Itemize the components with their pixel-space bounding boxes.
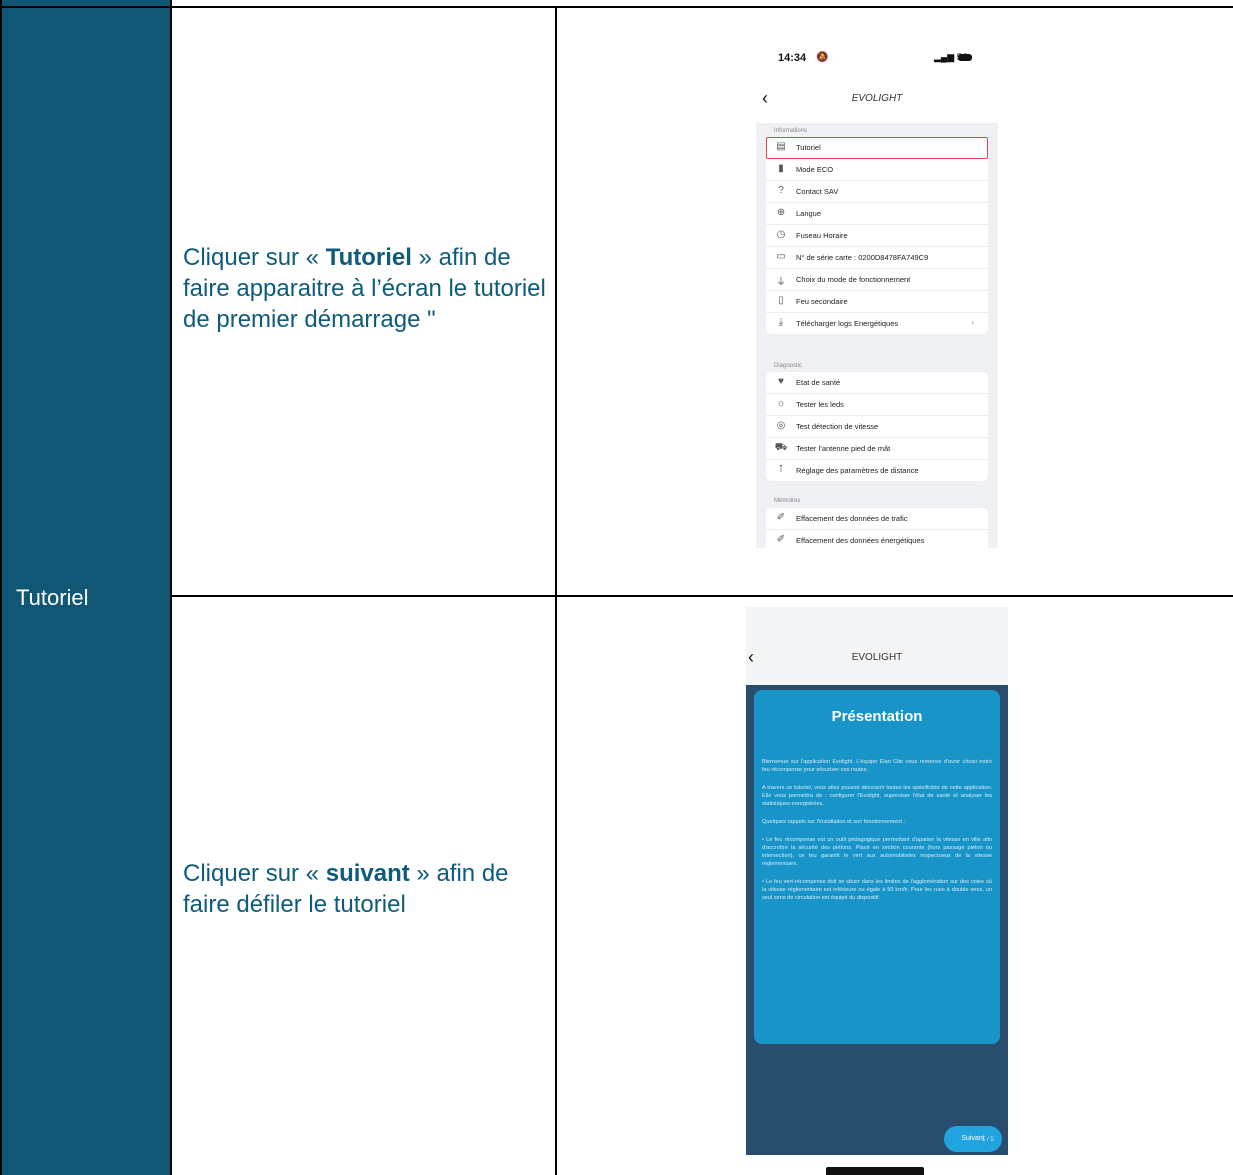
tutorial-screenshot: ‹ EVOLIGHT Présentation Bienvenue sur l'… [746,607,1008,1175]
section-header-informations: Informations [774,128,808,134]
screen-title: EVOLIGHT [851,93,903,104]
sun-icon: ☼ [776,398,786,409]
menu-item-feu-secondaire[interactable]: ▯ Feu secondaire [766,291,988,313]
globe-icon: ⊕ [776,207,786,218]
mute-icon: 🔕 [816,52,829,63]
status-bar: 14:34 🔕 ▂▄▆ 5G [756,40,998,70]
clock-icon: ◷ [776,229,786,240]
speed-icon: ◎ [776,420,786,431]
tutorial-paragraph: • Le feu récompense est un outil pédagog… [762,837,992,867]
informations-group: ▤ Tutoriel ▮ Mode ECO ? Contact SAV ⊕ Langue… [766,137,988,334]
tutorial-card: Présentation Bienvenue sur l'application… [754,690,1000,1044]
menu-item-effacement-energie[interactable]: ✐ Effacement des données énergétiques [766,530,988,548]
settings-screenshot: 14:34 🔕 ▂▄▆ 5G ‹ EVOLIGHT Informations ▤… [756,40,998,548]
menu-item-tester-antenne[interactable]: ⛟ Tester l’antenne pied de mât [766,438,988,460]
row-divider [172,595,1233,597]
column-divider [555,6,557,1175]
instruction-1-pre: Cliquer sur « [183,244,326,271]
menu-item-logs[interactable]: ⤓ Télécharger logs Energétiques › [766,313,988,334]
menu-item-mode-eco[interactable]: ▮ Mode ECO [766,159,988,181]
instruction-2-keyword: suivant [325,860,410,887]
book-icon: ▤ [776,141,786,152]
broom-icon: ✐ [776,512,786,523]
distance-icon: ⊺ [778,464,784,475]
menu-item-tutoriel[interactable]: ▤ Tutoriel [766,137,988,159]
section-column: Tutoriel [0,0,172,1175]
tutorial-paragraph: • Le feu vert-récompense doit se situer … [762,879,992,901]
car-icon: ⛟ [774,442,788,453]
menu-item-contact-sav[interactable]: ? Contact SAV [766,181,988,203]
menu-item-test-vitesse[interactable]: ◎ Test détection de vitesse [766,416,988,438]
traffic-light-icon: ▯ [778,295,784,306]
tutorial-title: Présentation [831,708,923,725]
section-header-memoires: Mémoires [774,498,801,504]
menu-item-tester-leds[interactable]: ☼ Tester les leds [766,394,988,416]
instruction-table: Tutoriel Cliquer sur « Tutoriel » afin d… [0,0,1233,1175]
section-label: Tutoriel [16,585,89,610]
tutorial-paragraph: Quelques rappels sur l'installation et s… [762,819,906,825]
section-header-diagnostic: Diagnostic [774,363,803,369]
menu-item-langue[interactable]: ⊕ Langue [766,203,988,225]
tutorial-paragraph: Bienvenue sur l'application Evolight. L'… [762,759,992,773]
menu-item-etat-sante[interactable]: ♥ Etat de santé [766,372,988,394]
instruction-1: Cliquer sur « Tutoriel » afin de faire a… [183,242,548,335]
menu-item-serial-number[interactable]: ▭ N° de série carte : 0200D8478FA749C9 [766,247,988,269]
chevron-right-icon: › [971,318,974,327]
menu-item-mode-fonctionnement[interactable]: ⏚ Choix du mode de fonctionnement [766,269,988,291]
health-icon: ♥ [778,376,784,387]
nav-bar: ‹ EVOLIGHT [756,88,998,112]
top-border [0,6,1233,8]
plug-icon: ⏚ [776,277,786,288]
memoires-group: ✐ Effacement des données de trafic ✐ Effac… [766,508,988,548]
home-indicator [826,1167,924,1175]
menu-item-effacement-trafic[interactable]: ✐ Effacement des données de trafic [766,508,988,530]
tutorial-text: Bienvenue sur l'application Evolight. L'… [762,758,992,912]
help-icon: ? [778,185,784,196]
status-time: 14:34 [778,52,807,64]
page-indicator: 1 / 5 [982,1137,994,1143]
broom-icon: ✐ [776,534,786,545]
instruction-2-pre: Cliquer sur « [183,860,326,887]
battery-icon [958,54,972,61]
laptop-icon: ▭ [776,251,786,262]
menu-item-fuseau-horaire[interactable]: ◷ Fuseau Horaire [766,225,988,247]
instruction-2: Cliquer sur « suivant » afin de faire dé… [183,858,548,920]
screen-title: EVOLIGHT [851,652,903,663]
instruction-1-keyword: Tutoriel [325,244,412,271]
download-icon: ⤓ [778,317,784,328]
tutorial-paragraph: A travers ce tutoriel, vous allez pouvoi… [762,785,992,807]
menu-item-reglage-distance[interactable]: ⊺ Réglage des paramètres de distance [766,460,988,481]
diagnostic-group: ♥ Etat de santé ☼ Tester les leds ◎ Test dé… [766,372,988,481]
nav-bar: ‹ EVOLIGHT [746,607,1008,685]
settings-body: Informations ▤ Tutoriel ▮ Mode ECO ? Contac… [756,123,998,548]
battery-icon: ▮ [778,163,784,174]
